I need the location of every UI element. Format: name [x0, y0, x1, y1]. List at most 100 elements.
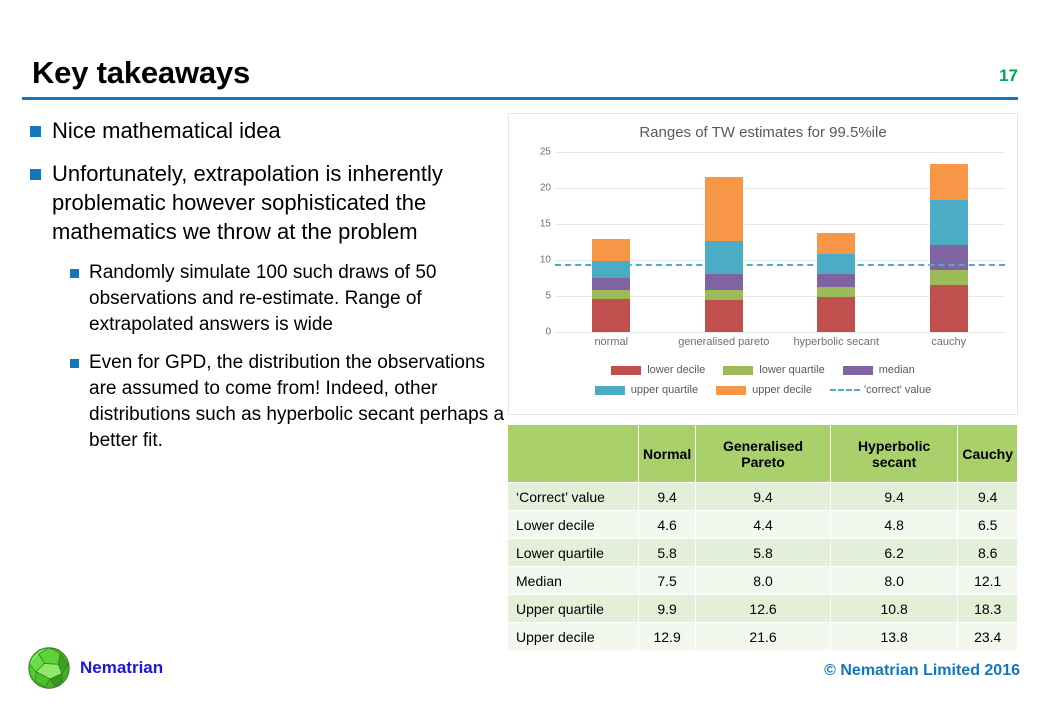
- polyhedron-globe-icon: [28, 647, 70, 689]
- bar-segment-lower-quartile: [817, 287, 856, 298]
- bullet-square-icon: [30, 126, 41, 137]
- bar-segment-lower-decile: [704, 300, 743, 332]
- table-row-label: Lower quartile: [507, 538, 639, 567]
- legend-swatch-icon: [723, 365, 754, 375]
- table-cell: 4.6: [637, 510, 697, 539]
- table-cell: 18.3: [957, 594, 1018, 623]
- legend-item[interactable]: upper quartile: [594, 384, 699, 396]
- bar-group: [668, 152, 781, 332]
- title-divider: [22, 97, 1018, 100]
- chart-plot-wrapper: 25 20 15 10 5 0 normal generalised pareto hyper…: [509, 147, 1017, 374]
- bullet-text: Nice mathematical idea: [52, 118, 281, 143]
- x-axis-label: hyperbolic secant: [793, 336, 880, 348]
- bar-segment-median: [817, 274, 856, 288]
- x-axis-label: generalised pareto: [678, 336, 770, 348]
- legend-item[interactable]: upper decile: [716, 384, 812, 396]
- table-cell: 12.6: [695, 594, 831, 623]
- table-cell: 13.8: [829, 622, 959, 651]
- bar-segment-upper-quartile: [929, 200, 968, 245]
- table-row: Lower decile 4.6 4.4 4.8 6.5: [507, 510, 1018, 539]
- table-corner-cell: [507, 424, 639, 483]
- table-cell: 4.8: [829, 510, 959, 539]
- bar-segment-lower-quartile: [704, 290, 743, 301]
- bullet-text: Randomly simulate 100 such draws of 50 o…: [89, 262, 437, 335]
- table-cell: 9.4: [695, 482, 831, 511]
- chart-panel: Ranges of TW estimates for 99.5%ile 25 20…: [508, 113, 1018, 415]
- legend-label: lower decile: [647, 364, 706, 376]
- legend-item[interactable]: 'correct' value: [830, 384, 931, 396]
- table-row: Median 7.5 8.0 8.0 12.1: [507, 566, 1018, 595]
- bullet-item: Even for GPD, the distribution the obser…: [30, 350, 510, 454]
- bar-segment-upper-decile: [704, 176, 743, 242]
- x-axis-label: normal: [594, 336, 629, 348]
- bar-segment-median: [592, 278, 631, 291]
- bar-segment-upper-decile: [592, 239, 631, 261]
- bar-segment-lower-quartile: [592, 290, 631, 299]
- table-header: Normal Generalised Pareto Hyperbolic secan…: [507, 424, 1018, 483]
- table-row-label: Lower decile: [507, 510, 639, 539]
- stacked-bar[interactable]: [592, 239, 631, 332]
- legend-swatch-icon: [842, 365, 873, 375]
- legend-swatch-icon: [594, 385, 625, 395]
- chart-plot-area: [555, 152, 1005, 333]
- bullet-text: Unfortunately, extrapolation is inherent…: [52, 161, 443, 244]
- bar-segment-upper-quartile: [704, 241, 743, 275]
- table-row-label: ‘Correct’ value: [507, 482, 639, 511]
- y-axis-tick: 20: [539, 182, 551, 194]
- legend-item[interactable]: median: [842, 364, 915, 376]
- legend-label: upper quartile: [630, 384, 699, 396]
- legend-item[interactable]: lower decile: [611, 364, 705, 376]
- results-table: Normal Generalised Pareto Hyperbolic secan…: [507, 424, 1018, 651]
- table-row: Lower quartile 5.8 5.8 6.2 8.6: [507, 538, 1018, 567]
- bar-segment-lower-decile: [817, 297, 856, 332]
- bullet-item: Unfortunately, extrapolation is inherent…: [30, 159, 510, 246]
- table-cell: 10.8: [829, 594, 959, 623]
- table-cell: 4.4: [695, 510, 831, 539]
- table-row-label: Upper decile: [507, 622, 639, 651]
- bar-group: [780, 152, 893, 332]
- copyright-notice: © Nematrian Limited 2016: [824, 662, 1020, 679]
- table-column-header: Generalised Pareto: [695, 424, 831, 483]
- table-column-header: Cauchy: [957, 424, 1018, 483]
- bar-segment-lower-quartile: [929, 270, 968, 286]
- legend-row: lower decile lower quartile median: [537, 364, 989, 376]
- table-cell: 9.9: [637, 594, 697, 623]
- table-row-label: Median: [507, 566, 639, 595]
- table-column-header: Normal: [637, 424, 697, 483]
- stacked-bar[interactable]: [704, 176, 743, 332]
- stacked-bar[interactable]: [929, 163, 968, 332]
- chart-bars: [555, 152, 1005, 332]
- table-cell: 8.6: [957, 538, 1018, 567]
- legend-item[interactable]: lower quartile: [723, 364, 825, 376]
- table-body: ‘Correct’ value 9.4 9.4 9.4 9.4 Lower decile 4…: [507, 482, 1018, 651]
- table-column-header: Hyperbolic secant: [829, 424, 959, 483]
- chart-legend: lower decile lower quartile median upper qu…: [509, 364, 1017, 404]
- bar-group: [893, 152, 1006, 332]
- chart-title: Ranges of TW estimates for 99.5%ile: [639, 124, 887, 141]
- table-row: ‘Correct’ value 9.4 9.4 9.4 9.4: [507, 482, 1018, 511]
- page-number: 17: [999, 66, 1018, 85]
- chart-reference-line: [555, 264, 1005, 267]
- stacked-bar[interactable]: [817, 232, 856, 332]
- table-header-row: Normal Generalised Pareto Hyperbolic secan…: [507, 424, 1018, 483]
- gridline: [555, 332, 1005, 333]
- chart-x-axis: normal generalised pareto hyperbolic secan…: [555, 336, 1005, 348]
- table-cell: 9.4: [829, 482, 959, 511]
- bullet-square-icon: [30, 169, 41, 180]
- legend-swatch-icon: [830, 389, 861, 391]
- table-row: Upper decile 12.9 21.6 13.8 23.4: [507, 622, 1018, 651]
- brand-logo: Nematrian: [26, 645, 163, 691]
- table-cell: 23.4: [957, 622, 1018, 651]
- chart-y-axis: 25 20 15 10 5 0: [519, 147, 551, 338]
- table-cell: 6.5: [957, 510, 1018, 539]
- table-cell: 9.4: [957, 482, 1018, 511]
- y-axis-tick: 0: [545, 326, 551, 338]
- table-cell: 8.0: [829, 566, 959, 595]
- table-cell: 12.1: [957, 566, 1018, 595]
- table-cell: 8.0: [695, 566, 831, 595]
- bar-segment-median: [704, 274, 743, 291]
- page-title: Key takeaways: [32, 55, 251, 90]
- table-cell: 5.8: [695, 538, 831, 567]
- brand-name: Nematrian: [80, 658, 164, 677]
- legend-swatch-icon: [611, 365, 642, 375]
